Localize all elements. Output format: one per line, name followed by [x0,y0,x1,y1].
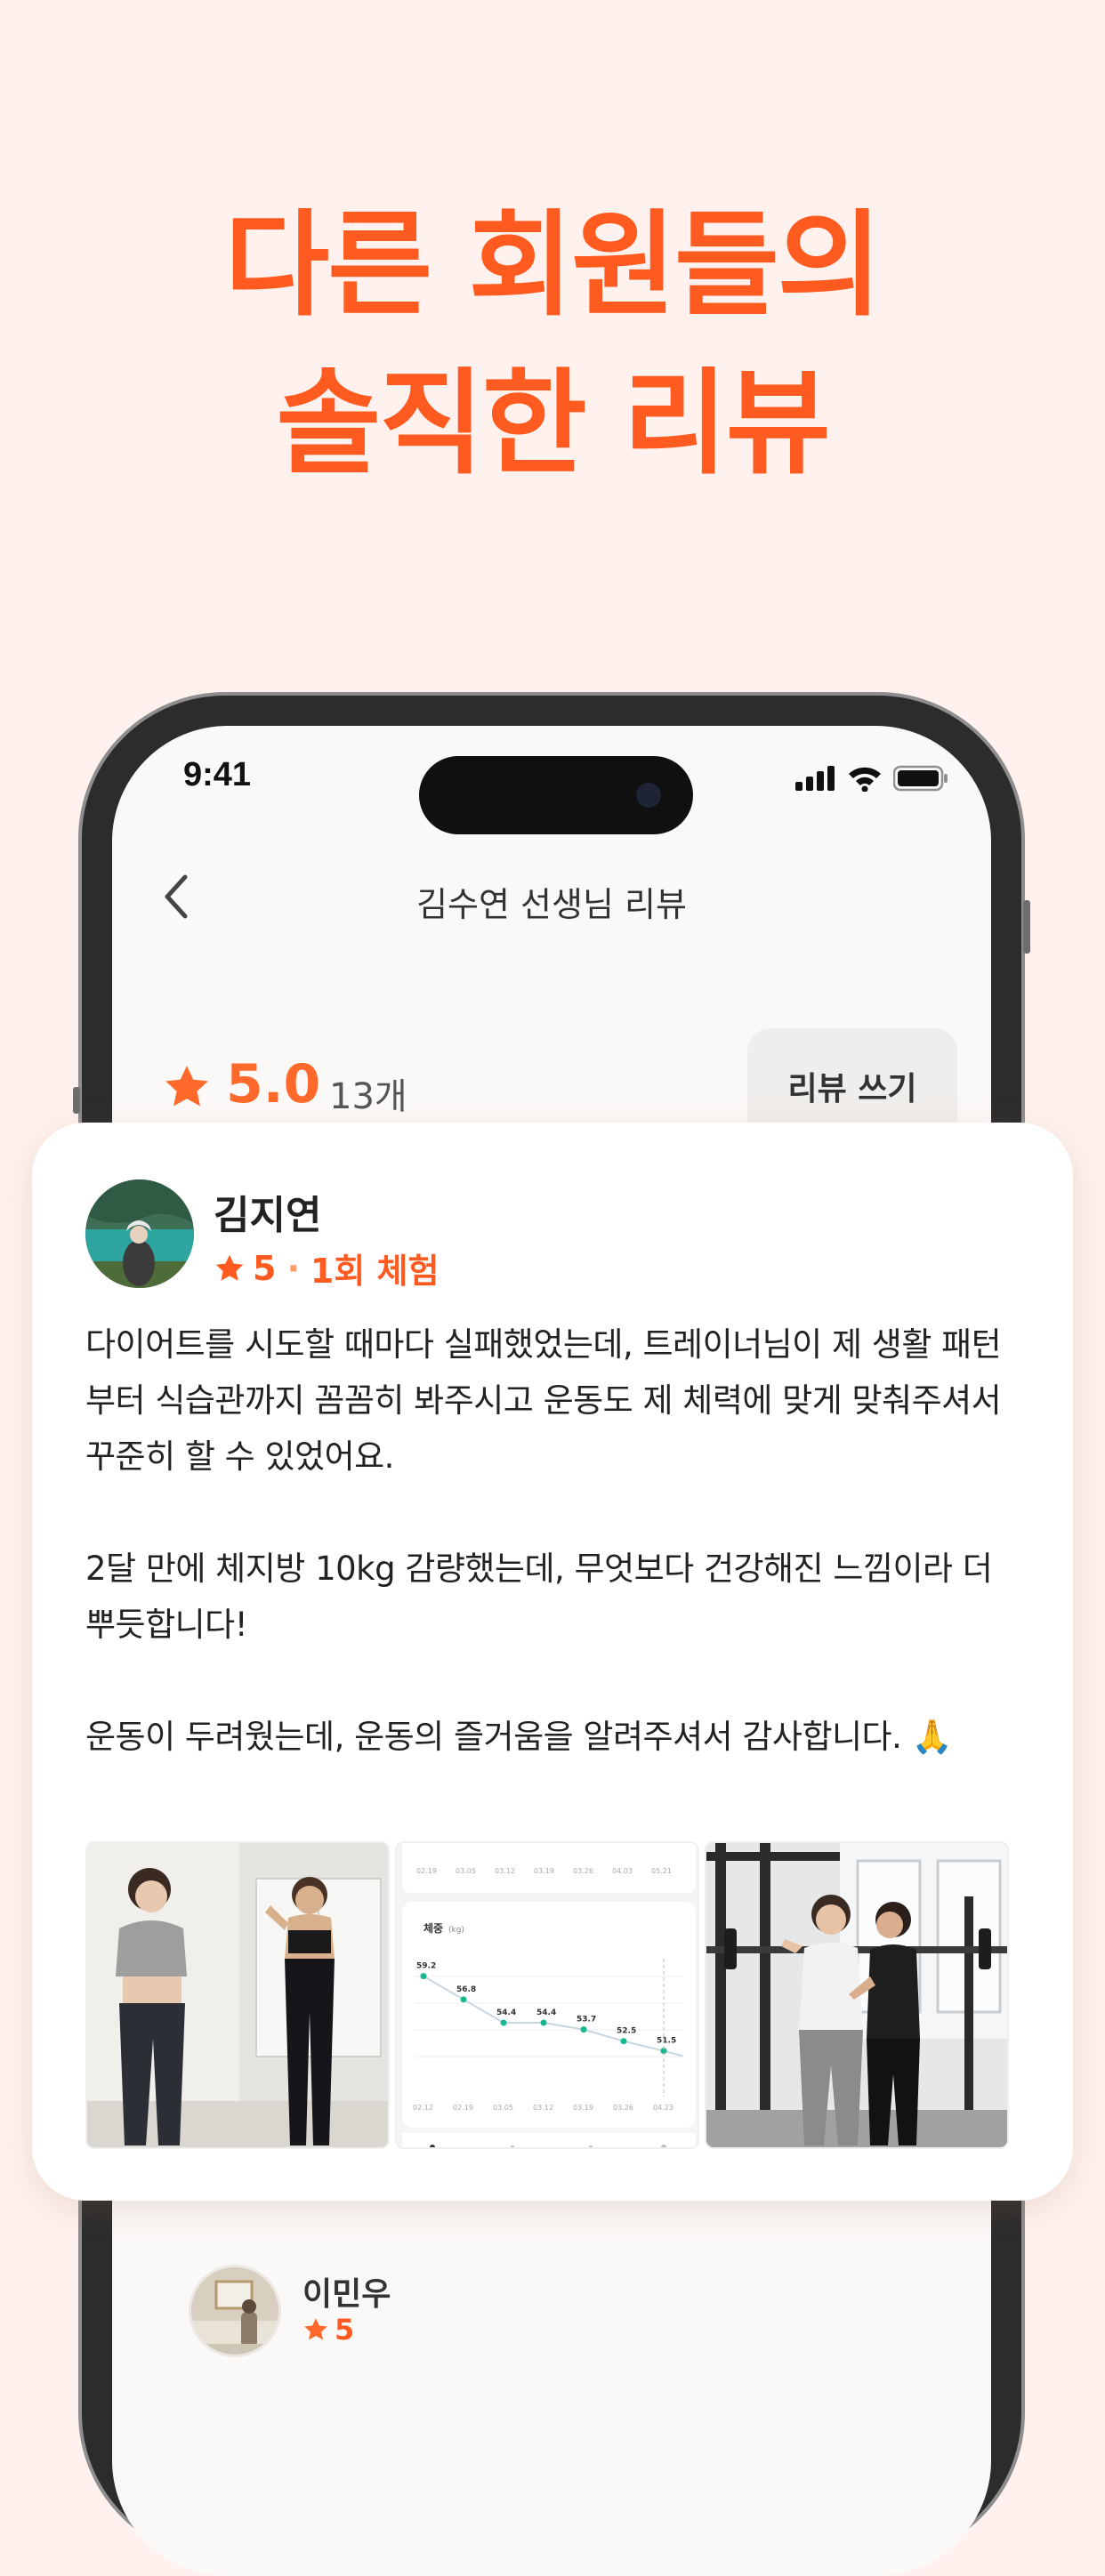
chart-tick-label: 03.12 [495,1867,515,1875]
review-photos: 체중 (kg) 02.19 03.05 03.12 03.19 03.26 04.03 05… [85,1841,1055,2149]
tab-icon [511,2145,514,2147]
reviewer-rating: 5 [302,2313,354,2347]
review-count: 13개 [329,1076,407,1117]
chart-tick-label: 03.19 [534,1867,554,1875]
weight-data-label: 54.4 [496,2008,516,2017]
nav-bar: 김수연 선생님 리뷰 [112,850,991,948]
tab-icon [589,2145,593,2147]
reviewer-name: 이민우 [302,2276,391,2313]
promo-headline: 다른 회원들의 솔직한 리뷰 [0,187,1105,503]
review-photo-weight-chart[interactable]: 체중 (kg) 02.19 03.05 03.12 03.19 03.26 04.03 05… [395,1841,699,2149]
chart-tick-label: 03.19 [573,2104,593,2112]
headline-line-2: 솔직한 리뷰 [276,358,830,490]
status-bar: 9:41 [112,726,991,834]
avatar [85,1179,194,1288]
chart-unit: (kg) [448,1926,464,1935]
chart-tick-label: 03.26 [613,2104,633,2112]
chart-tick-label: 04.23 [653,2104,673,2112]
chart-tick-label: 03.05 [456,1867,476,1875]
weight-data-label: 54.4 [536,2008,556,2017]
weight-point [620,2038,627,2045]
weight-point [500,2019,507,2026]
battery-icon [893,765,948,792]
status-icons [795,765,948,792]
chart-tick-label: 02.19 [416,1867,437,1875]
phone-side-button [1023,900,1030,954]
chart-tick-label: 04.03 [612,1867,633,1875]
star-icon [215,1254,244,1281]
weight-data-label: 53.7 [577,2016,596,2025]
dynamic-island [419,756,693,834]
status-time: 9:41 [183,756,252,793]
review-card[interactable]: 김지연 5 · 1회 체험 다이어트를 시도할 때마다 실패했었는데, 트레이너… [32,1123,1073,2201]
chart-tick-label: 03.05 [493,2104,513,2112]
phone-side-button [73,1087,80,1114]
review-photo-before-after[interactable] [85,1841,390,2149]
chart-label: 체중 [423,1921,443,1935]
separator: · [286,1248,300,1288]
review-text: 다이어트를 시도할 때마다 실패했었는데, 트레이너님이 제 생활 패턴부터 식… [85,1325,1002,1756]
weight-data-label: 52.5 [617,2027,636,2036]
weight-data-label: 51.5 [657,2037,676,2046]
chart-tick-label: 05.21 [651,1867,672,1875]
headline-line-1: 다른 회원들의 [224,199,882,332]
rating-value: 5 [253,1248,277,1288]
page-title: 김수연 선생님 리뷰 [416,885,687,924]
camera-icon [636,783,661,808]
weight-point [540,2019,547,2026]
chart-tick-label: 03.12 [533,2104,553,2112]
star-icon [304,2318,327,2340]
signal-icon [795,766,835,791]
weight-point [580,2026,587,2033]
weight-data-label: 56.8 [456,1985,476,1994]
weight-point [420,1973,427,1980]
weight-data-label: 59.2 [416,1962,436,1971]
session-count: 1회 체험 [310,1252,440,1291]
chart-tick-label: 02.12 [413,2104,433,2112]
wifi-icon [849,767,881,792]
reviewer-meta: 5 · 1회 체험 [214,1244,439,1292]
chart-tick-label: 02.19 [453,2104,473,2112]
weight-point [460,1996,467,2003]
avatar [189,2265,281,2357]
star-icon [165,1066,208,1107]
reviewer-name: 김지연 [214,1193,322,1238]
chart-tick-label: 03.26 [573,1867,593,1875]
review-photo-gym[interactable] [705,1841,1009,2149]
rating-value: 5 [335,2313,355,2347]
average-rating: 5.0 [226,1053,321,1115]
